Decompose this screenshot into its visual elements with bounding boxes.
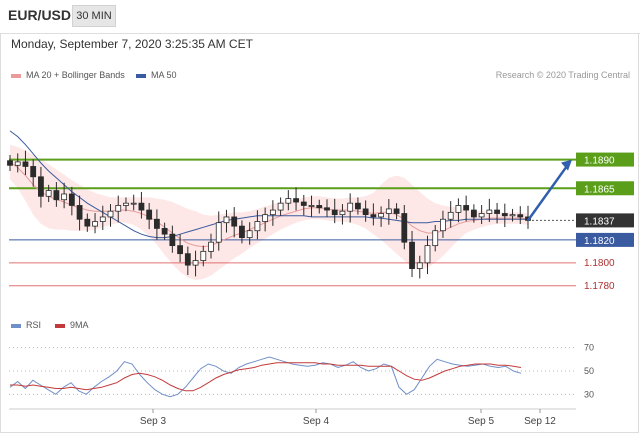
candle-body: [146, 209, 153, 220]
level-label-1.1865: 1.1865: [584, 184, 615, 195]
candle-body: [68, 193, 75, 206]
price-chart: 1.1890 1.1865 1.1837 1.1820 1.1800 1.1780 30 50…: [7, 130, 634, 427]
rsi-line: [9, 356, 522, 398]
candle-body: [362, 208, 369, 216]
candle-body: [215, 222, 222, 243]
rsi-tick-30: 30: [584, 389, 594, 399]
candle-body: [200, 250, 207, 261]
candle-body: [269, 209, 276, 216]
candle-body: [470, 209, 477, 218]
candle-body: [509, 214, 516, 217]
candle-body: [192, 260, 199, 266]
level-label-1.1800: 1.1800: [584, 258, 615, 269]
x-tick-label: Sep 4: [303, 416, 330, 427]
candle-body: [76, 205, 83, 220]
candle-body: [486, 209, 493, 214]
candle-body: [378, 213, 385, 218]
candle-body: [123, 202, 129, 206]
candle-body: [138, 202, 145, 211]
candle-body: [277, 202, 284, 211]
candle-body: [424, 245, 431, 264]
candle-body: [184, 253, 191, 266]
projection-arrow-head: [561, 159, 572, 171]
candle-body: [416, 262, 423, 269]
level-label-1.1780: 1.1780: [584, 281, 615, 292]
candle-body: [30, 166, 37, 178]
candle-body: [393, 208, 400, 214]
candle-body: [409, 241, 415, 269]
candle-body: [324, 207, 330, 211]
candle-body: [22, 161, 29, 167]
candle-body: [84, 218, 91, 227]
candle-body: [501, 213, 508, 217]
candle-body: [177, 245, 183, 255]
candle-body: [208, 241, 214, 252]
candle-body: [161, 228, 168, 235]
x-tick-label: Sep 3: [140, 416, 167, 427]
candle-body: [285, 198, 292, 204]
candle-body: [308, 205, 315, 207]
candle-body: [130, 202, 137, 205]
candle-body: [440, 218, 446, 232]
rsi-9ma-line: [10, 362, 522, 392]
rsi-tick-50: 50: [584, 366, 594, 376]
candle-body: [494, 209, 500, 214]
candle-body: [262, 214, 269, 222]
candle-body: [45, 190, 52, 197]
candle-body: [14, 161, 21, 166]
projection-arrow-line: [526, 163, 570, 222]
candle-body: [455, 205, 462, 213]
candle-body: [38, 176, 44, 197]
candle-body: [169, 233, 176, 247]
level-label-1.1820: 1.1820: [584, 236, 615, 247]
candle-body: [385, 208, 392, 214]
candle-body: [7, 160, 13, 166]
candle-body: [223, 216, 230, 224]
candle-body: [99, 216, 106, 222]
level-label-1.1890: 1.1890: [584, 156, 615, 167]
candle-body: [447, 211, 454, 220]
candle-body: [463, 205, 470, 211]
candle-body: [316, 205, 323, 209]
x-tick-label: Sep 5: [468, 416, 495, 427]
candle-body: [254, 221, 261, 232]
candle-body: [153, 218, 160, 229]
candle-body: [300, 201, 307, 206]
candle-body: [61, 193, 68, 201]
candle-body: [331, 209, 338, 216]
candle-body: [92, 221, 98, 227]
candle-body: [53, 190, 60, 201]
candle-body: [401, 213, 408, 243]
candle-body: [231, 216, 238, 227]
candle-body: [478, 213, 485, 218]
candle-body: [115, 205, 122, 212]
candle-body: [239, 225, 245, 238]
candle-body: [432, 230, 439, 247]
candle-body: [517, 214, 524, 218]
x-tick-label: Sep 12: [524, 416, 556, 427]
candle-body: [339, 210, 346, 216]
candle-body: [293, 198, 299, 203]
rsi-tick-70: 70: [584, 343, 594, 353]
candle-body: [107, 210, 114, 218]
candle-body: [370, 214, 377, 218]
candle-body: [355, 202, 361, 210]
candle-body: [347, 202, 354, 212]
candle-body: [246, 230, 253, 239]
level-label-1.1837: 1.1837: [584, 216, 615, 227]
